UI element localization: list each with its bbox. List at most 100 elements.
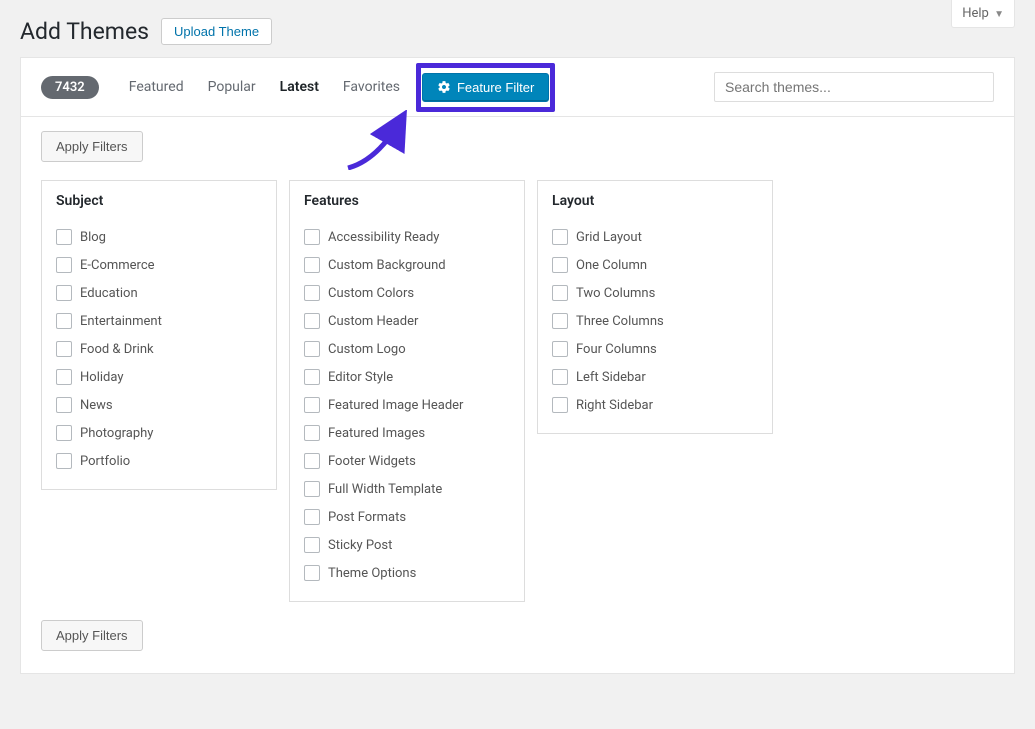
filter-item-label: Education: [80, 286, 138, 301]
tab-featured[interactable]: Featured: [117, 79, 196, 95]
filter-checkbox[interactable]: [304, 509, 320, 525]
tab-popular[interactable]: Popular: [196, 79, 268, 95]
filter-checkbox[interactable]: [304, 229, 320, 245]
filter-checkbox[interactable]: [56, 453, 72, 469]
filter-item[interactable]: Theme Options: [304, 559, 510, 587]
filter-group-list-features: Accessibility Ready Custom Background Cust…: [290, 219, 524, 601]
filter-checkbox[interactable]: [552, 229, 568, 245]
filter-checkbox[interactable]: [304, 453, 320, 469]
filter-item-label: Portfolio: [80, 454, 130, 469]
filter-item[interactable]: Portfolio: [56, 447, 262, 475]
filter-item-label: One Column: [576, 258, 647, 273]
filter-checkbox[interactable]: [304, 285, 320, 301]
filter-checkbox[interactable]: [552, 257, 568, 273]
filter-item[interactable]: E-Commerce: [56, 251, 262, 279]
tab-latest[interactable]: Latest: [268, 79, 331, 95]
filter-item[interactable]: Three Columns: [552, 307, 758, 335]
filter-item[interactable]: Four Columns: [552, 335, 758, 363]
filter-item-label: Left Sidebar: [576, 370, 646, 385]
filter-item-label: Two Columns: [576, 286, 655, 301]
filter-item[interactable]: Entertainment: [56, 307, 262, 335]
filter-item[interactable]: Footer Widgets: [304, 447, 510, 475]
filter-item[interactable]: Food & Drink: [56, 335, 262, 363]
filter-checkbox[interactable]: [304, 397, 320, 413]
apply-filters-button-bottom[interactable]: Apply Filters: [41, 620, 143, 651]
filter-item-label: Blog: [80, 230, 106, 245]
filter-checkbox[interactable]: [56, 285, 72, 301]
feature-filter-button[interactable]: Feature Filter: [422, 73, 549, 102]
filter-checkbox[interactable]: [552, 285, 568, 301]
filter-checkbox[interactable]: [56, 397, 72, 413]
filter-item-label: Featured Image Header: [328, 398, 463, 413]
filter-group-features: Features Accessibility ReadyCustom Backg…: [289, 180, 525, 602]
feature-filter-wrap: Feature Filter: [422, 73, 549, 102]
filter-item-label: Custom Background: [328, 258, 446, 273]
search-wrap: [714, 72, 994, 102]
upload-theme-button[interactable]: Upload Theme: [161, 18, 272, 45]
gear-icon: [437, 80, 451, 94]
filter-item-label: Photography: [80, 426, 153, 441]
filter-checkbox[interactable]: [304, 537, 320, 553]
filter-item[interactable]: Custom Logo: [304, 335, 510, 363]
apply-filters-button-top[interactable]: Apply Filters: [41, 131, 143, 162]
filter-checkbox[interactable]: [304, 341, 320, 357]
tab-favorites[interactable]: Favorites: [331, 79, 412, 95]
filter-checkbox[interactable]: [56, 341, 72, 357]
filter-item[interactable]: Education: [56, 279, 262, 307]
filter-item-label: Footer Widgets: [328, 454, 416, 469]
filter-item-label: News: [80, 398, 113, 413]
help-tab[interactable]: Help ▼: [951, 0, 1015, 28]
help-label: Help: [962, 6, 989, 21]
filter-item[interactable]: Editor Style: [304, 363, 510, 391]
filter-item[interactable]: Featured Image Header: [304, 391, 510, 419]
filter-item-label: Theme Options: [328, 566, 416, 581]
filter-checkbox[interactable]: [304, 565, 320, 581]
filter-group-title: Layout: [538, 181, 772, 219]
filter-checkbox[interactable]: [552, 313, 568, 329]
filter-checkbox[interactable]: [56, 313, 72, 329]
filter-item[interactable]: Two Columns: [552, 279, 758, 307]
filter-checkbox[interactable]: [552, 369, 568, 385]
filter-checkbox[interactable]: [304, 257, 320, 273]
filter-group-list-layout: Grid Layout One Column Two Columns Three Co…: [538, 219, 772, 433]
filter-item[interactable]: Full Width Template: [304, 475, 510, 503]
filter-item[interactable]: Custom Colors: [304, 279, 510, 307]
filter-checkbox[interactable]: [552, 397, 568, 413]
filter-item[interactable]: Custom Background: [304, 251, 510, 279]
filter-item-label: Custom Colors: [328, 286, 414, 301]
filter-checkbox[interactable]: [56, 369, 72, 385]
filter-item[interactable]: News: [56, 391, 262, 419]
filter-item-label: Four Columns: [576, 342, 657, 357]
filter-checkbox[interactable]: [552, 341, 568, 357]
filter-item[interactable]: Post Formats: [304, 503, 510, 531]
filter-body: Apply Filters Subject BlogE-CommerceEduc…: [20, 116, 1015, 674]
filter-item[interactable]: Left Sidebar: [552, 363, 758, 391]
filter-item[interactable]: Featured Images: [304, 419, 510, 447]
filter-checkbox[interactable]: [56, 257, 72, 273]
filter-item[interactable]: Custom Header: [304, 307, 510, 335]
filter-item[interactable]: Blog: [56, 223, 262, 251]
filter-item-label: Grid Layout: [576, 230, 642, 245]
filter-item-label: Entertainment: [80, 314, 162, 329]
search-input[interactable]: [714, 72, 994, 102]
filter-item-label: Holiday: [80, 370, 123, 385]
filter-checkbox[interactable]: [56, 425, 72, 441]
filter-item-label: Custom Logo: [328, 342, 406, 357]
filter-checkbox[interactable]: [304, 481, 320, 497]
filter-item[interactable]: Right Sidebar: [552, 391, 758, 419]
filter-item-label: Food & Drink: [80, 342, 154, 357]
filter-checkbox[interactable]: [304, 425, 320, 441]
filter-checkbox[interactable]: [56, 229, 72, 245]
filter-item[interactable]: Grid Layout: [552, 223, 758, 251]
filter-group-list-subject: Blog E-Commerce Education Entertainment Food…: [42, 219, 276, 489]
filter-item[interactable]: Sticky Post: [304, 531, 510, 559]
filter-checkbox[interactable]: [304, 369, 320, 385]
filter-item[interactable]: Photography: [56, 419, 262, 447]
filter-item[interactable]: Accessibility Ready: [304, 223, 510, 251]
filter-item-label: Full Width Template: [328, 482, 442, 497]
filter-checkbox[interactable]: [304, 313, 320, 329]
page-header: Add Themes Upload Theme: [0, 0, 1035, 57]
filter-item[interactable]: Holiday: [56, 363, 262, 391]
filter-item-label: Editor Style: [328, 370, 393, 385]
filter-item[interactable]: One Column: [552, 251, 758, 279]
